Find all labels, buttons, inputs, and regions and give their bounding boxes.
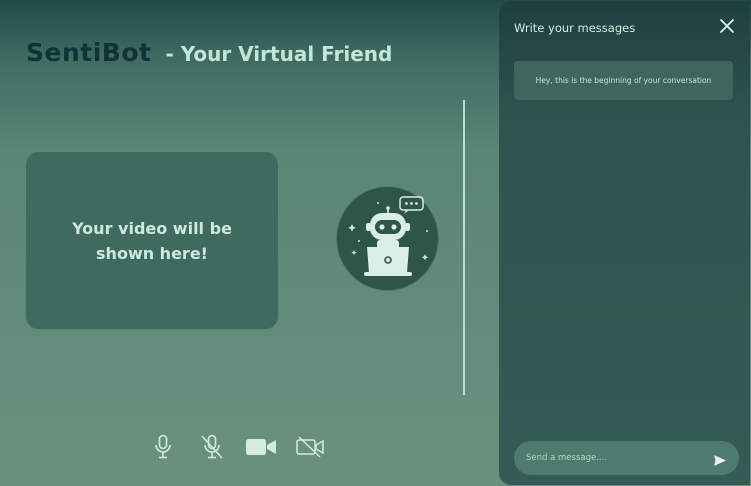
message-composer <box>514 441 739 475</box>
media-controls <box>148 432 325 462</box>
close-button[interactable] <box>718 17 736 35</box>
bot-avatar <box>336 186 439 291</box>
video-camera-icon <box>246 439 276 455</box>
user-video-panel: Your video will be shown here! <box>25 151 279 330</box>
robot-laptop-icon <box>348 196 429 276</box>
header: SentiBot - Your Virtual Friend <box>26 38 392 67</box>
chat-panel: Write your messages Hey, this is the beg… <box>499 1 750 485</box>
brand-name: SentiBot <box>26 38 152 67</box>
mic-button[interactable] <box>148 432 178 462</box>
send-button[interactable] <box>713 452 727 466</box>
brand-tagline: - Your Virtual Friend <box>165 42 393 66</box>
close-icon <box>720 19 734 33</box>
camera-button[interactable] <box>246 432 276 462</box>
video-placeholder-text: Your video will be shown here! <box>72 218 232 263</box>
microphone-off-icon <box>201 434 223 459</box>
camera-off-button[interactable] <box>295 432 325 462</box>
chat-title: Write your messages <box>514 21 636 35</box>
microphone-icon <box>155 434 171 459</box>
conversation-start-message: Hey, this is the beginning of your conve… <box>514 61 733 100</box>
send-icon <box>714 455 726 466</box>
video-camera-off-icon <box>296 436 324 458</box>
message-input[interactable] <box>526 441 706 475</box>
mic-mute-button[interactable] <box>197 432 227 462</box>
app-root: SentiBot - Your Virtual Friend Your vide… <box>0 0 751 486</box>
vertical-divider <box>463 100 465 395</box>
